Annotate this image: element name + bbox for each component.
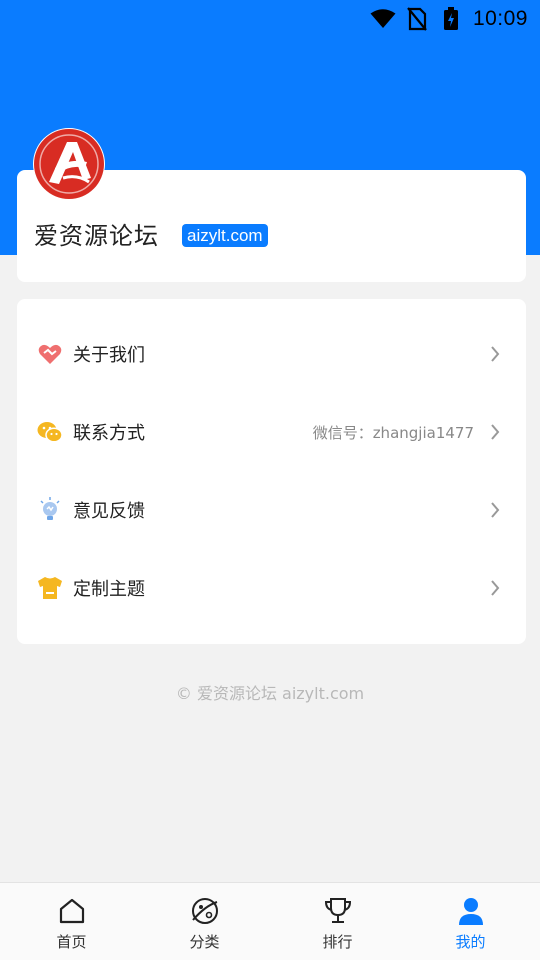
menu-item-about-us[interactable]: 关于我们 bbox=[17, 315, 526, 393]
menu-card: 关于我们 联系方式 微信号：zhangjia1477 意见反馈 定制主题 bbox=[17, 299, 526, 644]
nav-label: 分类 bbox=[189, 933, 220, 951]
nav-tab-category[interactable]: 分类 bbox=[137, 883, 272, 960]
copyright-text: © 爱资源论坛 aizylt.com bbox=[175, 684, 365, 703]
planet-icon bbox=[189, 895, 221, 927]
menu-item-label: 定制主题 bbox=[73, 579, 145, 600]
chevron-right-icon bbox=[488, 500, 502, 520]
site-domain-badge: aizylt.com bbox=[182, 224, 268, 247]
nav-tab-home[interactable]: 首页 bbox=[4, 883, 139, 960]
wifi-icon bbox=[369, 7, 397, 31]
menu-item-label: 关于我们 bbox=[73, 345, 145, 366]
menu-item-custom-theme[interactable]: 定制主题 bbox=[17, 549, 526, 627]
trophy-icon bbox=[322, 895, 354, 927]
site-name: 爱资源论坛 bbox=[34, 222, 159, 250]
user-icon bbox=[455, 895, 487, 927]
status-time: 10:09 bbox=[472, 7, 528, 30]
tshirt-icon bbox=[37, 575, 63, 601]
menu-item-label: 联系方式 bbox=[73, 423, 145, 444]
menu-item-feedback[interactable]: 意见反馈 bbox=[17, 471, 526, 549]
status-bar: 10:09 bbox=[0, 0, 540, 38]
aizylt-logo-icon bbox=[34, 129, 104, 199]
lightbulb-icon bbox=[37, 497, 63, 523]
menu-item-contact[interactable]: 联系方式 微信号：zhangjia1477 bbox=[17, 393, 526, 471]
wechat-icon bbox=[37, 419, 63, 445]
chevron-right-icon bbox=[488, 422, 502, 442]
bottom-nav: 首页 分类 排行 我的 bbox=[0, 882, 540, 960]
nav-tab-mine[interactable]: 我的 bbox=[403, 883, 538, 960]
battery-charging-icon bbox=[437, 7, 465, 31]
nav-label: 我的 bbox=[455, 933, 486, 951]
chevron-right-icon bbox=[488, 344, 502, 364]
nav-label: 首页 bbox=[56, 933, 87, 951]
wechat-id-value: 微信号：zhangjia1477 bbox=[312, 423, 474, 442]
avatar[interactable] bbox=[33, 128, 105, 200]
home-icon bbox=[56, 895, 88, 927]
nav-tab-ranking[interactable]: 排行 bbox=[270, 883, 405, 960]
menu-item-label: 意见反馈 bbox=[73, 501, 145, 522]
chevron-right-icon bbox=[488, 578, 502, 598]
heart-handshake-icon bbox=[37, 341, 63, 367]
nav-label: 排行 bbox=[322, 933, 353, 951]
no-sim-icon bbox=[403, 7, 431, 31]
